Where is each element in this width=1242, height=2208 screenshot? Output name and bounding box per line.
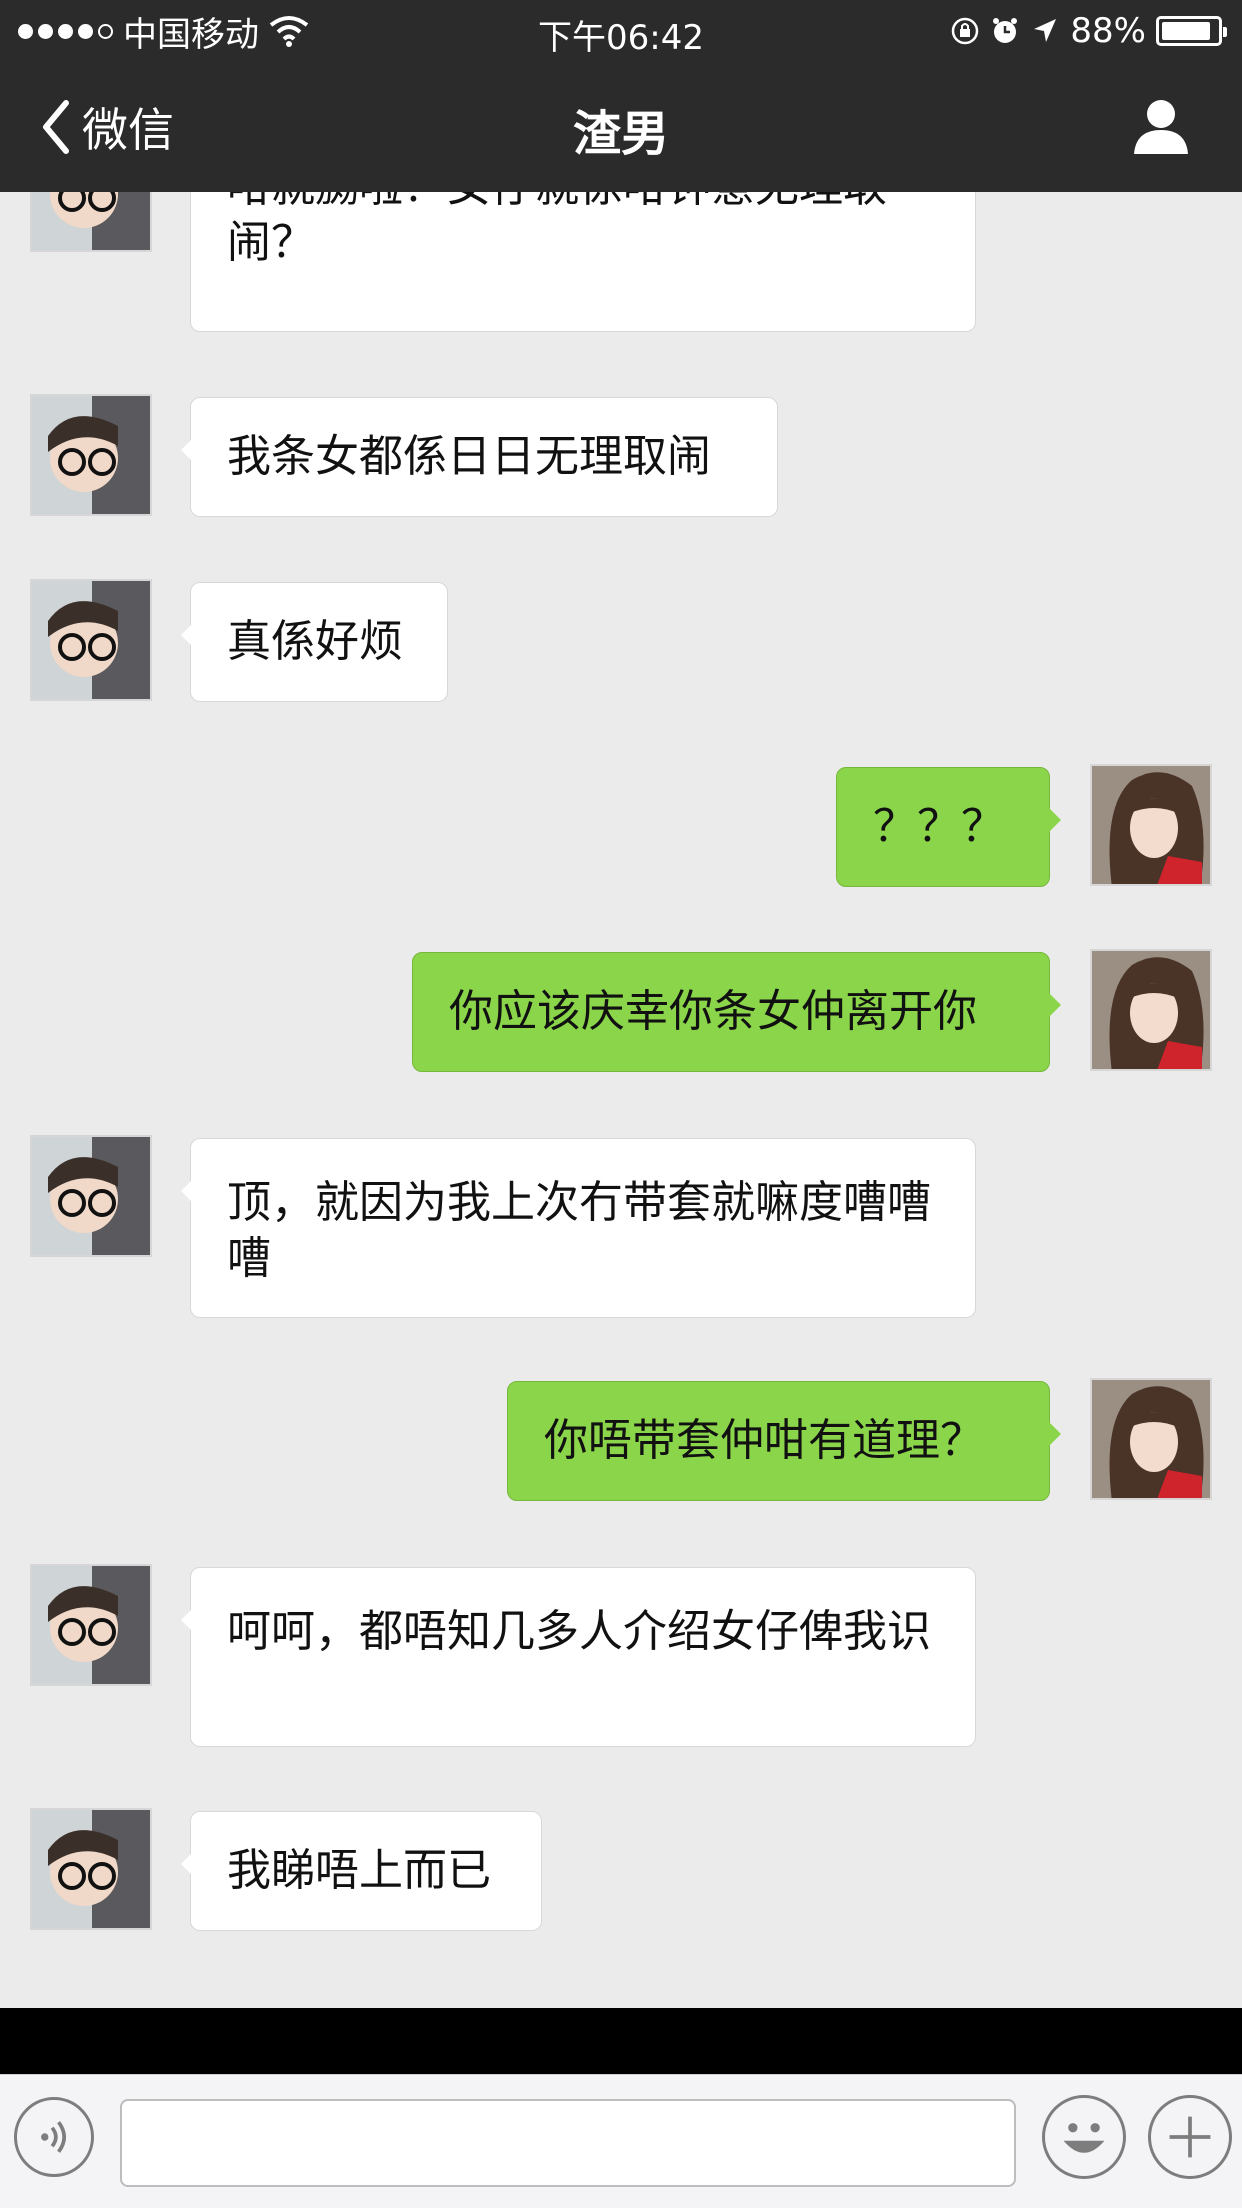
avatar-contact[interactable] bbox=[30, 394, 152, 516]
message-bubble[interactable]: 真係好烦 bbox=[181, 582, 448, 702]
nav-bar: 微信 渣男 bbox=[0, 62, 1242, 192]
message-bubble[interactable]: 你唔带套仲咁有道理？ bbox=[507, 1381, 1061, 1501]
message-input[interactable] bbox=[120, 2099, 1016, 2187]
avatar-contact[interactable] bbox=[30, 1564, 152, 1686]
message-bubble[interactable]: ？？？ bbox=[836, 767, 1061, 887]
status-right: 88% bbox=[950, 10, 1227, 52]
battery-percent: 88% bbox=[1070, 11, 1146, 51]
message-text: 真係好烦 bbox=[227, 616, 403, 667]
voice-icon[interactable] bbox=[14, 2097, 94, 2177]
battery-fill bbox=[1162, 22, 1210, 40]
message-text: 咁就嬲啦？女仔就係咁钟意无理取闹？ bbox=[227, 192, 887, 268]
message-text: ？？？ bbox=[873, 801, 1005, 852]
message-bubble[interactable]: 呵呵，都唔知几多人介绍女仔俾我识 bbox=[181, 1567, 976, 1747]
keyboard-gap bbox=[0, 2008, 1242, 2074]
chat-area[interactable]: 咁就嬲啦？女仔就係咁钟意无理取闹？ 我条女都係日日无理取闹 真係好烦 ？？？ bbox=[0, 192, 1242, 2008]
message-text: 顶，就因为我上次冇带套就嘛度嘈嘈嘈 bbox=[227, 1177, 931, 1284]
alarm-icon bbox=[993, 18, 1018, 43]
avatar-contact[interactable] bbox=[30, 192, 152, 252]
avatar-self[interactable] bbox=[1090, 949, 1212, 1071]
avatar-contact[interactable] bbox=[30, 1135, 152, 1257]
message-bubble[interactable]: 顶，就因为我上次冇带套就嘛度嘈嘈嘈 bbox=[181, 1138, 976, 1318]
message-text: 你唔带套仲咁有道理？ bbox=[544, 1415, 984, 1466]
location-icon bbox=[1034, 19, 1057, 42]
avatar-self[interactable] bbox=[1090, 764, 1212, 886]
smiley-icon[interactable] bbox=[1042, 2095, 1126, 2179]
message-text: 你应该庆幸你条女仲离开你 bbox=[449, 986, 977, 1037]
message-bubble[interactable]: 我睇唔上而已 bbox=[181, 1811, 542, 1931]
person-icon[interactable] bbox=[1130, 96, 1192, 158]
message-text: 呵呵，都唔知几多人介绍女仔俾我识 bbox=[227, 1606, 931, 1657]
rotation-lock-icon bbox=[952, 17, 979, 45]
message-bubble[interactable]: 咁就嬲啦？女仔就係咁钟意无理取闹？ bbox=[190, 192, 976, 332]
plus-icon[interactable] bbox=[1148, 2095, 1232, 2179]
message-bubble[interactable]: 你应该庆幸你条女仲离开你 bbox=[412, 952, 1061, 1072]
avatar-contact[interactable] bbox=[30, 579, 152, 701]
chat-title: 渣男 bbox=[572, 106, 669, 162]
battery-icon bbox=[1156, 16, 1227, 46]
status-bar: 中国移动 下午06:42 88% bbox=[0, 0, 1242, 62]
message-text: 我睇唔上而已 bbox=[227, 1845, 491, 1896]
message-bubble[interactable]: 我条女都係日日无理取闹 bbox=[181, 397, 778, 517]
avatar-contact[interactable] bbox=[30, 1808, 152, 1930]
avatar-self[interactable] bbox=[1090, 1378, 1212, 1500]
input-bar bbox=[0, 2074, 1242, 2208]
message-text: 我条女都係日日无理取闹 bbox=[227, 431, 711, 482]
